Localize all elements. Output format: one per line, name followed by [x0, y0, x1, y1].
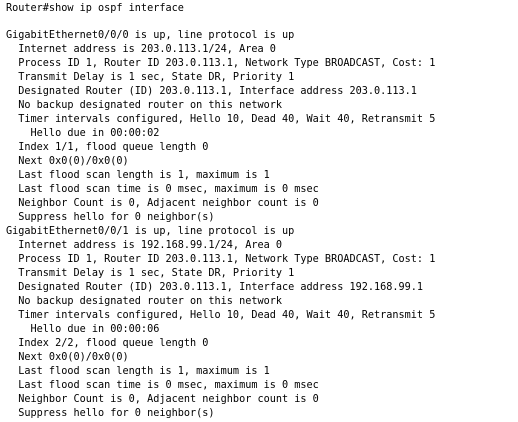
terminal-line-prompt-command: Router#show ip ospf interface [6, 3, 184, 14]
terminal-line: Suppress hello for 0 neighbor(s) [6, 408, 215, 419]
terminal-output[interactable]: Router#show ip ospf interface GigabitEth… [0, 0, 518, 422]
